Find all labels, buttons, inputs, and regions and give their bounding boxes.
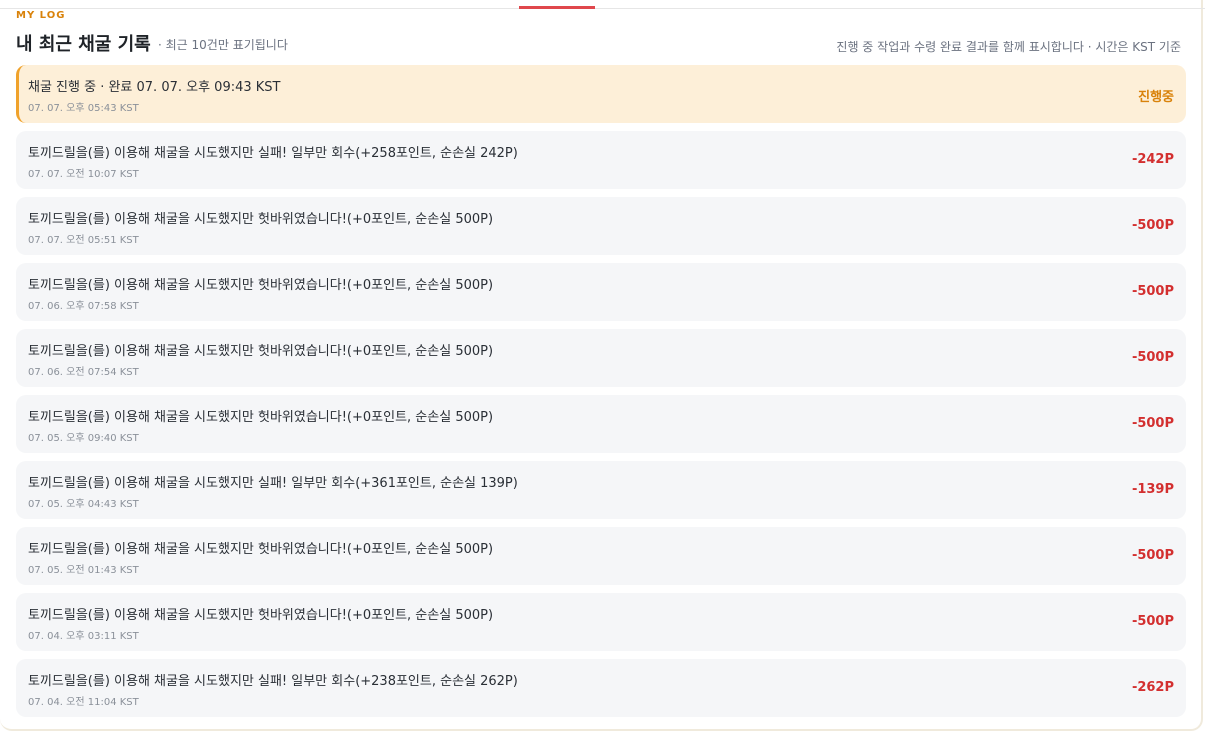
log-message: 채굴 진행 중 · 완료 07. 07. 오후 09:43 KST — [28, 80, 281, 95]
log-item: 토끼드릴을(를) 이용해 채굴을 시도했지만 헛바위였습니다!(+0포인트, 순… — [16, 593, 1186, 651]
log-message: 토끼드릴을(를) 이용해 채굴을 시도했지만 헛바위였습니다!(+0포인트, 순… — [28, 542, 494, 557]
log-message: 토끼드릴을(를) 이용해 채굴을 시도했지만 실패! 일부만 회수(+238포인… — [28, 674, 518, 689]
log-message: 토끼드릴을(를) 이용해 채굴을 시도했지만 헛바위였습니다!(+0포인트, 순… — [28, 278, 494, 293]
log-timestamp: 07. 07. 오후 05:43 KST — [28, 103, 139, 114]
log-item: 토끼드릴을(를) 이용해 채굴을 시도했지만 실패! 일부만 회수(+238포인… — [16, 659, 1186, 717]
log-timestamp: 07. 06. 오후 07:58 KST — [28, 301, 139, 312]
title-row: 내 최근 채굴 기록 · 최근 10건만 표기됩니다 진행 중 작업과 수령 완… — [16, 30, 1181, 58]
log-timestamp: 07. 06. 오전 07:54 KST — [28, 367, 139, 378]
log-amount: -139P — [1131, 482, 1174, 497]
log-message: 토끼드릴을(를) 이용해 채굴을 시도했지만 헛바위였습니다!(+0포인트, 순… — [28, 344, 494, 359]
log-item-in-progress: 채굴 진행 중 · 완료 07. 07. 오후 09:43 KST 07. 07… — [16, 65, 1186, 123]
log-item: 토끼드릴을(를) 이용해 채굴을 시도했지만 실패! 일부만 회수(+361포인… — [16, 461, 1186, 519]
log-amount: -500P — [1131, 614, 1174, 629]
log-item: 토끼드릴을(를) 이용해 채굴을 시도했지만 헛바위였습니다!(+0포인트, 순… — [16, 263, 1186, 321]
log-item: 토끼드릴을(를) 이용해 채굴을 시도했지만 헛바위였습니다!(+0포인트, 순… — [16, 197, 1186, 255]
log-amount: -500P — [1131, 416, 1174, 431]
log-item: 토끼드릴을(를) 이용해 채굴을 시도했지만 실패! 일부만 회수(+258포인… — [16, 131, 1186, 189]
log-message: 토끼드릴을(를) 이용해 채굴을 시도했지만 헛바위였습니다!(+0포인트, 순… — [28, 410, 494, 425]
status-badge: 진행중 — [1138, 90, 1174, 105]
log-item: 토끼드릴을(를) 이용해 채굴을 시도했지만 헛바위였습니다!(+0포인트, 순… — [16, 395, 1186, 453]
page-title: 내 최근 채굴 기록 — [16, 34, 151, 55]
log-timestamp: 07. 07. 오전 10:07 KST — [28, 169, 139, 180]
header-note: 진행 중 작업과 수령 완료 결과를 함께 표시합니다 · 시간은 KST 기준 — [836, 40, 1181, 54]
log-message: 토끼드릴을(를) 이용해 채굴을 시도했지만 헛바위였습니다!(+0포인트, 순… — [28, 212, 494, 227]
log-timestamp: 07. 04. 오전 11:04 KST — [28, 697, 139, 708]
log-list: 채굴 진행 중 · 완료 07. 07. 오후 09:43 KST 07. 07… — [16, 65, 1186, 725]
log-amount: -500P — [1131, 218, 1174, 233]
log-timestamp: 07. 05. 오전 01:43 KST — [28, 565, 139, 576]
page-subtitle: · 최근 10건만 표기됩니다 — [158, 38, 288, 52]
log-item: 토끼드릴을(를) 이용해 채굴을 시도했지만 헛바위였습니다!(+0포인트, 순… — [16, 329, 1186, 387]
top-divider — [0, 8, 1205, 9]
log-message: 토끼드릴을(를) 이용해 채굴을 시도했지만 실패! 일부만 회수(+258포인… — [28, 146, 518, 161]
log-amount: -242P — [1131, 152, 1174, 167]
log-timestamp: 07. 05. 오후 09:40 KST — [28, 433, 139, 444]
log-amount: -500P — [1131, 548, 1174, 563]
log-amount: -500P — [1131, 284, 1174, 299]
log-timestamp: 07. 05. 오후 04:43 KST — [28, 499, 139, 510]
log-timestamp: 07. 04. 오후 03:11 KST — [28, 631, 139, 642]
log-panel: MY LOG 내 최근 채굴 기록 · 최근 10건만 표기됩니다 진행 중 작… — [0, 0, 1205, 731]
log-timestamp: 07. 07. 오전 05:51 KST — [28, 235, 139, 246]
log-amount: -262P — [1131, 680, 1174, 695]
log-message: 토끼드릴을(를) 이용해 채굴을 시도했지만 실패! 일부만 회수(+361포인… — [28, 476, 518, 491]
section-eyebrow: MY LOG — [16, 10, 66, 21]
log-message: 토끼드릴을(를) 이용해 채굴을 시도했지만 헛바위였습니다!(+0포인트, 순… — [28, 608, 494, 623]
log-item: 토끼드릴을(를) 이용해 채굴을 시도했지만 헛바위였습니다!(+0포인트, 순… — [16, 527, 1186, 585]
log-amount: -500P — [1131, 350, 1174, 365]
active-tab-indicator — [519, 6, 595, 9]
